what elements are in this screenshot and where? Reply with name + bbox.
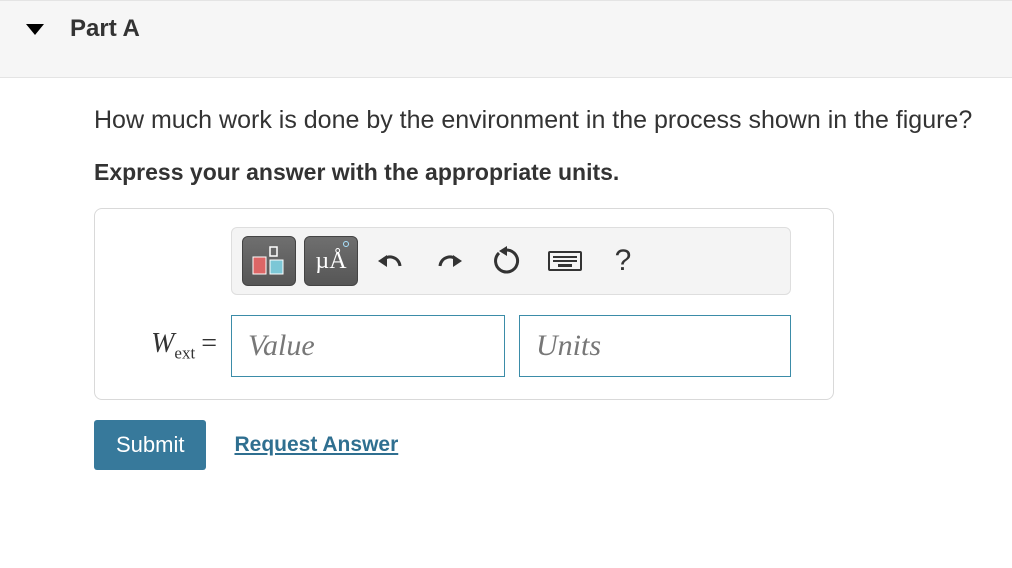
variable-main: W: [151, 328, 174, 359]
reset-button[interactable]: [482, 236, 532, 286]
value-placeholder: Value: [248, 329, 315, 363]
units-button[interactable]: µÅ: [304, 236, 358, 286]
part-title: Part A: [70, 15, 140, 43]
help-button[interactable]: ?: [598, 236, 648, 286]
equals-sign: =: [201, 328, 217, 359]
actions-row: Submit Request Answer: [94, 420, 992, 470]
undo-icon: [376, 248, 406, 274]
request-answer-link[interactable]: Request Answer: [234, 433, 398, 457]
submit-button[interactable]: Submit: [94, 420, 206, 470]
templates-button[interactable]: [242, 236, 296, 286]
redo-button[interactable]: [424, 236, 474, 286]
keyboard-button[interactable]: [540, 236, 590, 286]
chevron-down-icon: [26, 24, 44, 35]
question-text: How much work is done by the environment…: [94, 106, 992, 135]
templates-icon: [252, 246, 286, 276]
variable-subscript: ext: [174, 344, 195, 363]
value-input[interactable]: Value: [231, 315, 505, 377]
keyboard-icon: [548, 251, 582, 271]
units-placeholder: Units: [536, 329, 601, 363]
redo-icon: [434, 248, 464, 274]
question-body: How much work is done by the environment…: [0, 78, 1012, 490]
equation-toolbar: µÅ: [231, 227, 791, 295]
instruction-text: Express your answer with the appropriate…: [94, 159, 992, 186]
answer-container: µÅ: [94, 208, 834, 400]
units-input[interactable]: Units: [519, 315, 791, 377]
help-button-label: ?: [615, 244, 632, 278]
units-button-label: µÅ: [315, 248, 346, 275]
part-header[interactable]: Part A: [0, 0, 1012, 78]
undo-button[interactable]: [366, 236, 416, 286]
variable-label: Wext =: [113, 328, 217, 364]
reset-icon: [492, 246, 522, 276]
ring-accent-icon: [343, 241, 349, 247]
answer-input-row: Wext = Value Units: [113, 315, 815, 377]
